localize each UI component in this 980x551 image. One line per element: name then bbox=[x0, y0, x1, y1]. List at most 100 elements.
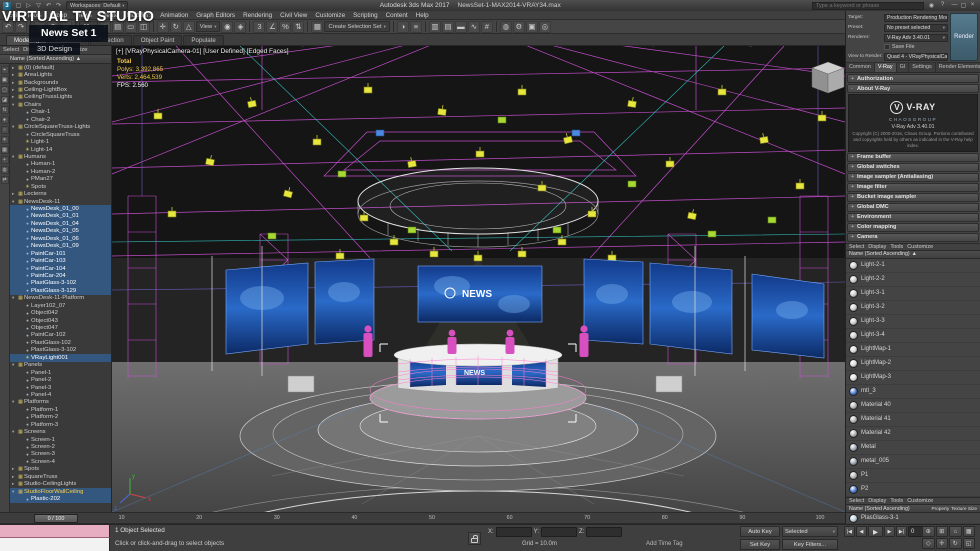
explorer-item-platform-2[interactable]: ●Platform-2 bbox=[10, 414, 111, 421]
rollout-frame-buffer[interactable]: +Frame buffer bbox=[847, 153, 979, 162]
explorer-item-panel-4[interactable]: ●Panel-4 bbox=[10, 391, 111, 398]
search-input[interactable] bbox=[812, 2, 924, 10]
material-item-lightmap-1[interactable]: LightMap-1 bbox=[846, 343, 980, 357]
select-and-scale-icon[interactable]: △ bbox=[183, 21, 195, 33]
material-item-lightmap-3[interactable]: LightMap-3 bbox=[846, 371, 980, 385]
explorer-item-lecterns[interactable]: ▸▦Lecterns bbox=[10, 190, 111, 197]
edit-named-selection-sets-icon[interactable]: ▦ bbox=[311, 21, 323, 33]
render-setup-icon[interactable]: ⚙ bbox=[513, 21, 525, 33]
redo-icon[interactable]: ↷ bbox=[54, 2, 63, 9]
ribbon-tab-populate[interactable]: Populate bbox=[183, 35, 223, 45]
lock-selection-icon[interactable]: ▣ bbox=[1, 76, 9, 84]
time-slider-handle[interactable]: 0 / 100 bbox=[34, 514, 78, 523]
explorer-item-humans[interactable]: ▾▦Humans bbox=[10, 153, 111, 160]
explorer-item-object042[interactable]: ●Object042 bbox=[10, 309, 111, 316]
rollout-camera[interactable]: +Camera bbox=[847, 233, 979, 242]
restore-icon[interactable]: ▢ bbox=[959, 2, 968, 9]
open-file-icon[interactable]: ▷ bbox=[24, 2, 33, 9]
explorer-item-paintcar-102[interactable]: ●PaintCar-102 bbox=[10, 332, 111, 339]
selection-lock-toggle[interactable] bbox=[468, 532, 481, 545]
explorer-item-screens[interactable]: ▾▦Screens bbox=[10, 428, 111, 435]
material-item-light-3-2[interactable]: Light-3-2 bbox=[846, 301, 980, 315]
explorer-item-paintcar-104[interactable]: ●PaintCar-104 bbox=[10, 265, 111, 272]
menu-item-help[interactable]: Help bbox=[412, 12, 433, 19]
view-to-render-dropdown[interactable]: Quad 4 - VRayPhysicalCamera-01 bbox=[884, 53, 948, 61]
material-item-p1[interactable]: P1 bbox=[846, 469, 980, 483]
close-icon[interactable]: × bbox=[968, 2, 977, 9]
percent-snap-icon[interactable]: % bbox=[279, 21, 291, 33]
property-menu-display[interactable]: Display bbox=[868, 498, 886, 504]
rollout-color-mapping[interactable]: +Color mapping bbox=[847, 223, 979, 232]
explorer-item-0-default[interactable]: ▸▦(0) (default) bbox=[10, 64, 111, 71]
selected-dropdown[interactable]: Selected▾ bbox=[782, 526, 838, 537]
explorer-item-newsdesk-01-06[interactable]: ●NewsDesk_01_06 bbox=[10, 235, 111, 242]
minimize-icon[interactable]: — bbox=[950, 2, 959, 9]
mirror-icon[interactable]: ◑ bbox=[397, 21, 409, 33]
display-helpers-icon[interactable]: + bbox=[1, 156, 9, 164]
y-field[interactable] bbox=[541, 527, 577, 537]
save-file-icon[interactable]: ▽ bbox=[34, 2, 43, 9]
schematic-view-icon[interactable]: # bbox=[481, 21, 493, 33]
explorer-item-platform-1[interactable]: ●Platform-1 bbox=[10, 406, 111, 413]
explorer-item-studio-ceilinglights[interactable]: ▸▦Studio-CeilingLights bbox=[10, 481, 111, 488]
explorer-item-screen-3[interactable]: ●Screen-3 bbox=[10, 451, 111, 458]
orbit-button[interactable]: ↻ bbox=[949, 538, 962, 549]
render-tab-render-elements[interactable]: Render Elements bbox=[936, 63, 980, 72]
material-item-light-2-2[interactable]: Light-2-2 bbox=[846, 273, 980, 287]
preset-dropdown[interactable]: No preset selected▾ bbox=[884, 24, 948, 32]
explorer-item-human-2[interactable]: ●Human-2 bbox=[10, 168, 111, 175]
explorer-item-panels[interactable]: ▾▦Panels bbox=[10, 362, 111, 369]
explorer-item-paintcar-101[interactable]: ●PaintCar-101 bbox=[10, 250, 111, 257]
material-item-mtl-3[interactable]: mtl_3 bbox=[846, 385, 980, 399]
track-bar[interactable]: 0 / 100 0102030405060708090100 bbox=[0, 512, 845, 524]
add-time-tag[interactable]: Add Time Tag bbox=[646, 541, 683, 547]
explorer-item-spots[interactable]: ▸▦Spots bbox=[10, 466, 111, 473]
explorer-item-platforms[interactable]: ▾▦Platforms bbox=[10, 399, 111, 406]
explorer-item-screen-1[interactable]: ●Screen-1 bbox=[10, 436, 111, 443]
target-dropdown[interactable]: Production Rendering Mode▾ bbox=[884, 14, 948, 22]
explorer-item-circlesquaretruss-lights[interactable]: ▾▦CircleSquareTruss-Lights bbox=[10, 124, 111, 131]
material-item-light-2-1[interactable]: Light-2-1 bbox=[846, 259, 980, 273]
rollout-authorization[interactable]: +Authorization bbox=[847, 74, 979, 83]
snaps-toggle-icon[interactable]: 3 bbox=[253, 21, 265, 33]
explorer-item-arealights[interactable]: ▸▦AreaLights bbox=[10, 71, 111, 78]
rollout-image-sampler-antialiasing[interactable]: +Image sampler (Antialiasing) bbox=[847, 173, 979, 182]
material-item-light-3-3[interactable]: Light-3-3 bbox=[846, 315, 980, 329]
news-desk[interactable]: NEWS bbox=[370, 344, 586, 419]
new-scene-icon[interactable]: ▢ bbox=[14, 2, 23, 9]
column-header-name-sorted-ascending[interactable]: Name (Sorted Ascending) bbox=[849, 506, 929, 512]
property-item-plasglass-3-1[interactable]: PlasGlass-3-1 bbox=[846, 513, 980, 524]
menu-item-rendering[interactable]: Rendering bbox=[239, 12, 276, 19]
go-to-start-button[interactable]: |◀ bbox=[844, 526, 855, 537]
explorer-item-ceiling-lightbox[interactable]: ▸▦Ceiling-LightBox bbox=[10, 86, 111, 93]
material-menu-customize[interactable]: Customize bbox=[907, 244, 933, 250]
explorer-item-pman27[interactable]: ●PMan27 bbox=[10, 176, 111, 183]
explorer-item-circlesquaretruss[interactable]: ●CircleSquareTruss bbox=[10, 131, 111, 138]
material-menu-select[interactable]: Select bbox=[849, 244, 864, 250]
property-menu-customize[interactable]: Customize bbox=[907, 498, 933, 504]
spinner-snap-icon[interactable]: ⇅ bbox=[292, 21, 304, 33]
save-file-checkbox[interactable] bbox=[884, 44, 890, 50]
explorer-item-backgrounds[interactable]: ▸▦Backgrounds bbox=[10, 79, 111, 86]
zoom-extents-button[interactable]: ⌂ bbox=[949, 526, 962, 537]
select-and-rotate-icon[interactable]: ↻ bbox=[170, 21, 182, 33]
render-tab-v-ray[interactable]: V-Ray bbox=[875, 63, 897, 72]
rendered-frame-window-icon[interactable]: ▣ bbox=[526, 21, 538, 33]
explorer-item-plastglass-102[interactable]: ●PlastGlass-102 bbox=[10, 339, 111, 346]
render-button[interactable]: Render bbox=[950, 13, 978, 61]
explorer-item-newsdesk-01-00[interactable]: ●NewsDesk_01_00 bbox=[10, 205, 111, 212]
explorer-item-chairs[interactable]: ▾▦Chairs bbox=[10, 101, 111, 108]
field-of-view-button[interactable]: ◇ bbox=[922, 538, 935, 549]
sync-selection-icon[interactable]: ⇄ bbox=[1, 176, 9, 184]
property-explorer-header[interactable]: Name (Sorted Ascending)PropertyTexture S… bbox=[846, 505, 980, 513]
go-to-end-button[interactable]: ▶| bbox=[896, 526, 907, 537]
explorer-item-object043[interactable]: ●Object043 bbox=[10, 317, 111, 324]
scene-explorer-header[interactable]: Name (Sorted Ascending) ▲ bbox=[0, 55, 111, 64]
undo-icon[interactable]: ↶ bbox=[44, 2, 53, 9]
explorer-item-chair-1[interactable]: ●Chair-1 bbox=[10, 109, 111, 116]
explorer-item-newsdesk-01-09[interactable]: ●NewsDesk_01_09 bbox=[10, 243, 111, 250]
explorer-item-platform-3[interactable]: ●Platform-3 bbox=[10, 421, 111, 428]
property-menu-tools[interactable]: Tools bbox=[890, 498, 903, 504]
rollout-bucket-image-sampler[interactable]: +Bucket image sampler bbox=[847, 193, 979, 202]
toggle-scene-explorer-icon[interactable]: ▥ bbox=[429, 21, 441, 33]
